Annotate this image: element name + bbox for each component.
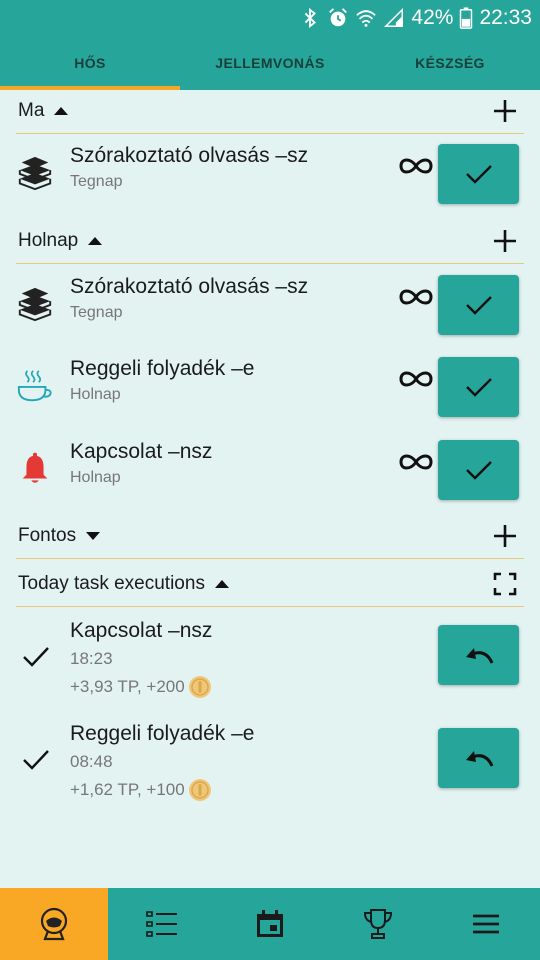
section-important-title: Fontos [18,525,77,546]
bluetooth-icon [305,7,317,29]
battery-icon [460,7,473,29]
status-bar-right: 42% 22:33 [299,4,532,32]
section-today-title: Ma [18,100,45,121]
task-due: Holnap [70,386,121,403]
infinity-icon [399,158,433,174]
section-divider [16,606,524,607]
nav-calendar[interactable] [216,888,324,960]
task-name: Szórakoztató olvasás –sz [70,275,309,298]
complete-task-button[interactable] [438,144,519,204]
execution-name: Kapcsolat –nsz [70,619,213,642]
execution-reward: +3,93 TP, +200 [70,675,212,699]
tab-skill[interactable]: KÉSZSÉG [360,36,540,90]
expand-arrow-icon [86,532,101,540]
coin-icon [188,779,211,801]
coffee-cup-icon [17,370,52,402]
add-icon[interactable] [492,523,518,549]
task-row[interactable]: Reggeli folyadék –e Holnap [0,347,540,429]
checkmark-icon [465,461,492,480]
battery-percent: 42% [411,6,454,29]
section-today-header[interactable]: Ma [18,100,69,122]
infinity-icon [399,289,433,305]
books-icon [18,287,52,322]
clock: 22:33 [479,6,532,29]
section-important-header[interactable]: Fontos [18,525,101,547]
undo-execution-button[interactable] [438,728,519,788]
tab-trait[interactable]: JELLEMVONÁS [180,36,360,90]
alarm-icon [329,8,348,27]
execution-row: Kapcsolat –nsz 18:23 +3,93 TP, +200 [0,615,540,719]
nav-hero[interactable] [0,888,108,960]
undo-execution-button[interactable] [438,625,519,685]
task-row[interactable]: Kapcsolat –nsz Holnap [0,430,540,512]
execution-reward: +1,62 TP, +100 [70,778,212,802]
execution-reward-text: +1,62 TP, +100 [70,780,185,799]
nav-menu[interactable] [432,888,540,960]
collapse-arrow-icon [214,580,229,588]
complete-task-button[interactable] [438,440,519,500]
task-row[interactable]: Szórakoztató olvasás –sz Tegnap [0,265,540,347]
checkmark-icon [465,165,492,184]
infinity-icon [399,371,433,387]
add-icon[interactable] [492,98,518,124]
collapse-arrow-icon [88,237,103,245]
add-icon[interactable] [492,228,518,254]
section-tomorrow-header[interactable]: Holnap [18,230,103,252]
execution-name: Reggeli folyadék –e [70,722,255,745]
bottom-navigation [0,888,540,960]
calendar-icon [257,910,283,937]
menu-icon [473,914,499,934]
status-bar: 42% 22:33 [0,0,540,36]
section-executions-title: Today task executions [18,573,205,594]
section-tomorrow-title: Holnap [18,230,79,251]
section-executions-header[interactable]: Today task executions [18,573,229,595]
task-name: Kapcsolat –nsz [70,440,213,463]
execution-reward-text: +3,93 TP, +200 [70,677,185,696]
task-due: Tegnap [70,304,123,321]
checkmark-icon [23,647,49,667]
hero-icon [40,907,68,941]
fullscreen-icon[interactable] [492,571,518,597]
coin-icon [188,676,211,698]
task-due: Holnap [70,469,121,486]
section-today: Ma [0,90,540,134]
checkmark-icon [465,296,492,315]
complete-task-button[interactable] [438,275,519,335]
tab-hero[interactable]: HŐS [0,36,180,90]
task-row[interactable]: Szórakoztató olvasás –sz Tegnap [0,134,540,216]
signal-icon [384,7,404,27]
undo-icon [465,751,493,767]
section-executions: Today task executions [0,563,540,607]
task-due: Tegnap [70,173,123,190]
collapse-arrow-icon [54,107,69,115]
section-important: Fontos [0,515,540,559]
checkmark-icon [465,378,492,397]
trophy-icon [363,909,393,939]
list-icon [146,911,177,937]
bell-icon [22,452,48,483]
tab-bar: HŐS JELLEMVONÁS KÉSZSÉG [0,36,540,90]
checkmark-icon [23,750,49,770]
execution-row: Reggeli folyadék –e 08:48 +1,62 TP, +100 [0,718,540,822]
infinity-icon [399,454,433,470]
wifi-icon [356,10,377,27]
undo-icon [465,648,493,664]
execution-time: 18:23 [70,649,113,668]
section-tomorrow: Holnap [0,220,540,264]
execution-time: 08:48 [70,752,113,771]
task-name: Szórakoztató olvasás –sz [70,144,309,167]
nav-achievements[interactable] [324,888,432,960]
nav-tasks[interactable] [108,888,216,960]
books-icon [18,156,52,191]
complete-task-button[interactable] [438,357,519,417]
section-divider [16,558,524,559]
section-divider [16,263,524,264]
task-name: Reggeli folyadék –e [70,357,255,380]
